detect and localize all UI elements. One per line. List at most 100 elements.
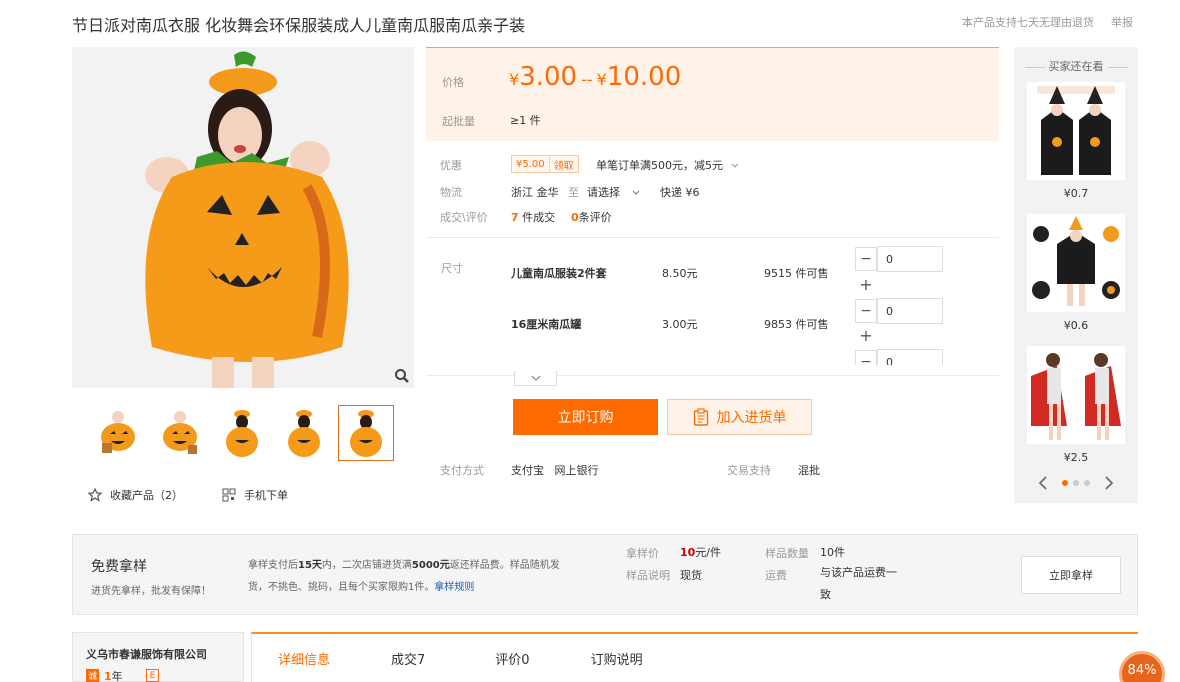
- sku-price-2: 3.00元: [662, 318, 698, 331]
- thumbnail-4[interactable]: [276, 405, 332, 461]
- qty-input[interactable]: 0: [877, 298, 943, 324]
- qty-plus-button[interactable]: +: [855, 324, 877, 346]
- moq-label: 起批量: [442, 115, 475, 128]
- sku-stock-1: 9515 件可售: [764, 267, 829, 280]
- coupon-badge[interactable]: ¥5.00 领取: [511, 155, 579, 173]
- price-range: ¥3.00 -- ¥10.00: [509, 62, 682, 92]
- chevron-right-icon[interactable]: [1104, 476, 1114, 490]
- main-product-image[interactable]: [72, 47, 414, 388]
- sample-shipping-value: 与该产品运费一致: [820, 566, 897, 601]
- sample-description: 拿样支付后15天内，二次店铺进货满5000元返还样品费。样品随机发货，不挑色、挑…: [248, 560, 560, 593]
- deal-count: 7 件成交: [511, 211, 556, 224]
- chevron-down-icon: [632, 190, 639, 195]
- logistics-from: 浙江 金华: [511, 186, 559, 199]
- sku-label: 尺寸: [441, 262, 463, 275]
- mobile-order-label: 手机下单: [244, 489, 288, 502]
- sample-note-label: 样品说明: [626, 569, 670, 582]
- zoom-icon[interactable]: [394, 368, 410, 384]
- recommend-item-image[interactable]: [1027, 214, 1125, 312]
- expand-sku-button[interactable]: [514, 371, 557, 386]
- trade-support-value: 混批: [798, 464, 820, 477]
- shop-name[interactable]: 义乌市春谦服饰有限公司: [86, 646, 207, 662]
- qty-plus-button[interactable]: +: [855, 273, 877, 295]
- price-max: 10.00: [606, 62, 682, 92]
- pager-dots: [1062, 480, 1090, 486]
- add-to-cart-button[interactable]: 加入进货单: [667, 399, 812, 435]
- thumbnail-1[interactable]: [90, 405, 146, 461]
- express-fee: 快递 ¥6: [660, 186, 700, 199]
- sku-row-3-clipped: − 0: [855, 349, 945, 365]
- star-icon: [88, 488, 102, 502]
- qty-minus-button[interactable]: −: [855, 350, 877, 365]
- qty-minus-button[interactable]: −: [855, 299, 877, 323]
- thumbnail-5[interactable]: [338, 405, 394, 461]
- qty-input[interactable]: 0: [877, 246, 943, 272]
- pager-dot[interactable]: [1073, 480, 1079, 486]
- get-sample-button[interactable]: 立即拿样: [1021, 556, 1121, 594]
- logistics-to-word: 至: [568, 186, 579, 199]
- promo-desc: 单笔订单满500元，减5元: [596, 157, 739, 173]
- divider: [426, 375, 999, 376]
- thumbnail-3[interactable]: [214, 405, 270, 461]
- tab-reviews[interactable]: 评价0: [495, 649, 529, 668]
- tab-order-notes[interactable]: 订购说明: [591, 649, 643, 668]
- return-policy-text: 本产品支持七天无理由退货: [962, 16, 1094, 29]
- sample-shipping-label: 运费: [765, 569, 787, 582]
- add-to-cart-label: 加入进货单: [716, 410, 787, 426]
- qty-input[interactable]: 0: [877, 349, 943, 365]
- shop-years: 1年: [104, 670, 123, 682]
- deals-label: 成交\评价: [440, 211, 488, 224]
- review-count[interactable]: 0条评价: [571, 209, 612, 225]
- recommend-title: 买家还在看: [1014, 58, 1138, 74]
- recommend-item-price: ¥0.6: [1063, 319, 1089, 332]
- price-label: 价格: [442, 76, 464, 89]
- sample-subtitle: 进货先拿样，批发有保障！: [91, 586, 211, 597]
- thumbnail-2[interactable]: [152, 405, 208, 461]
- chevron-left-icon[interactable]: [1038, 476, 1048, 490]
- buy-now-button[interactable]: 立即订购: [513, 399, 658, 435]
- tab-details[interactable]: 详细信息: [278, 649, 330, 668]
- thumbnail-strip: [90, 405, 394, 461]
- chevron-down-icon[interactable]: [731, 163, 739, 169]
- sample-price-label: 拿样价: [626, 547, 659, 560]
- report-link[interactable]: 举报: [1111, 14, 1133, 30]
- payment-methods: 支付宝 网上银行: [511, 464, 599, 477]
- sample-price-value: 10元/件: [680, 546, 722, 559]
- favorite-label: 收藏产品（2）: [110, 489, 183, 502]
- coupon-get-button[interactable]: 领取: [548, 156, 578, 172]
- moq-value: ≥1 件: [510, 114, 541, 127]
- sample-rules-link[interactable]: 拿样规则: [434, 582, 474, 593]
- recommend-pager: [1038, 476, 1114, 490]
- region-select[interactable]: 请选择: [587, 184, 640, 200]
- logistics-label: 物流: [440, 186, 462, 199]
- sku-name-2: 16厘米南瓜罐: [511, 318, 582, 331]
- sample-qty-label: 样品数量: [765, 547, 809, 560]
- sample-note-value: 现货: [680, 569, 702, 582]
- sample-qty-value: 10件: [820, 546, 845, 559]
- recommend-item-image[interactable]: [1027, 82, 1125, 180]
- clipboard-icon: [693, 408, 708, 426]
- recommend-item-image[interactable]: [1027, 346, 1125, 444]
- sku-name-1: 儿童南瓜服装2件套: [511, 267, 607, 280]
- sku-stock-2: 9853 件可售: [764, 318, 829, 331]
- promo-label: 优惠: [440, 159, 462, 172]
- payment-label: 支付方式: [440, 464, 484, 477]
- tab-deals[interactable]: 成交7: [391, 649, 425, 668]
- coupon-amount: ¥5.00: [516, 158, 545, 170]
- divider: [426, 237, 999, 238]
- recommend-item-price: ¥2.5: [1063, 451, 1089, 464]
- sku-price-1: 8.50元: [662, 267, 698, 280]
- favorite-button[interactable]: 收藏产品（2）: [88, 487, 183, 503]
- shop-service-icon: E: [146, 669, 159, 682]
- pager-dot[interactable]: [1084, 480, 1090, 486]
- chevron-down-icon: [531, 375, 540, 381]
- recommend-item-price: ¥0.7: [1063, 187, 1089, 200]
- mobile-order-button[interactable]: 手机下单: [222, 487, 288, 503]
- qty-minus-button[interactable]: −: [855, 247, 877, 271]
- free-sample-bar: [72, 534, 1138, 615]
- sample-title: 免费拿样: [91, 559, 147, 575]
- price-min: 3.00: [519, 62, 578, 92]
- shop-trust-badge: 诚: [86, 669, 99, 682]
- qrcode-icon: [222, 488, 236, 502]
- pager-dot-active[interactable]: [1062, 480, 1068, 486]
